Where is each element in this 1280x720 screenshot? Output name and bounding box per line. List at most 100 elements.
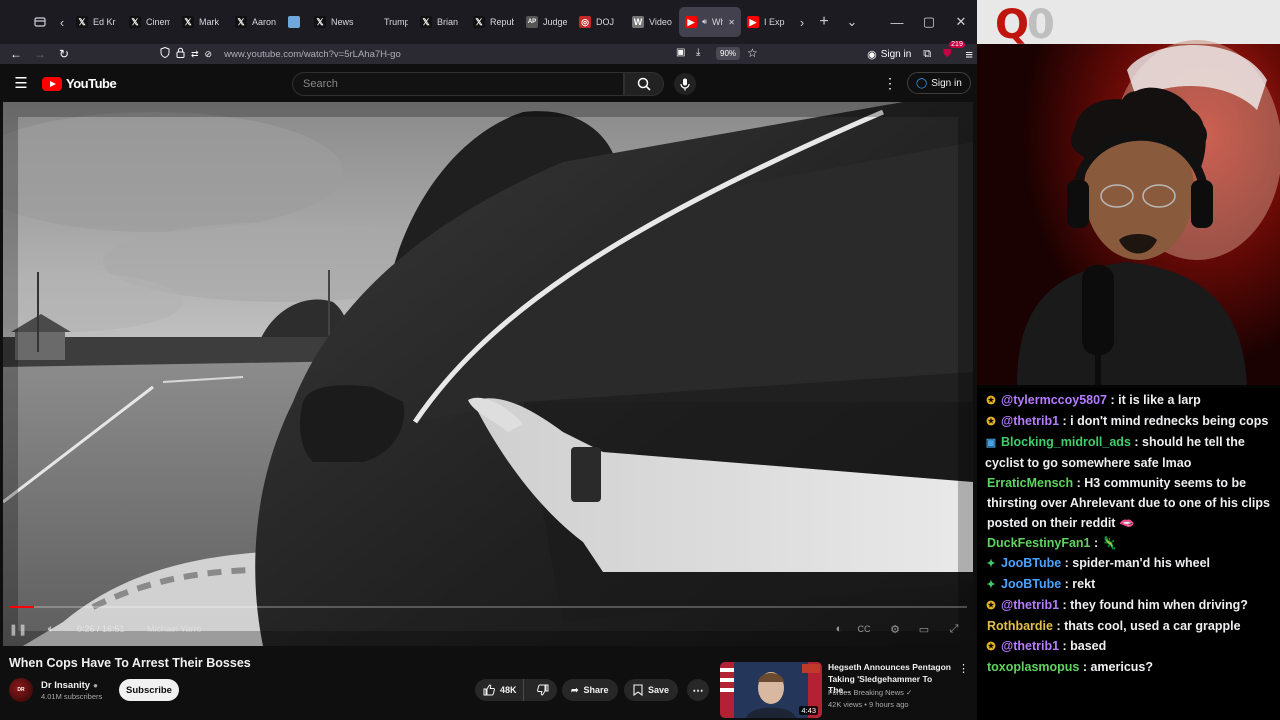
miniplayer-icon[interactable]: ▭ bbox=[916, 622, 932, 636]
tab-overview-icon[interactable] bbox=[26, 8, 54, 36]
dislike-button[interactable] bbox=[529, 679, 557, 701]
sub-icon[interactable]: ✪ bbox=[985, 391, 997, 411]
chat-username[interactable]: Rothbardie bbox=[987, 619, 1053, 633]
close-tab-icon[interactable]: ✕ bbox=[728, 18, 735, 27]
browser-tab[interactable]: 𝕏 Ed Kr bbox=[70, 7, 123, 37]
url-text[interactable]: www.youtube.com/watch?v=5rLAha7H-go bbox=[224, 49, 401, 60]
browser-tab[interactable]: 𝕏 Repub bbox=[467, 7, 520, 37]
muted-autoplay-icon[interactable]: ⊘ bbox=[205, 49, 213, 60]
share-button[interactable]: ➦ Share bbox=[562, 679, 618, 701]
chat-username[interactable]: @thetrib1 bbox=[1001, 598, 1059, 612]
browser-tab[interactable]: W Video bbox=[626, 7, 679, 37]
download-page-icon[interactable]: ⤓ bbox=[696, 47, 700, 58]
chat-username[interactable]: @tylermccoy5807 bbox=[1001, 393, 1107, 407]
tab-scroll-right-icon[interactable]: › bbox=[794, 8, 810, 36]
browser-tab[interactable]: 𝕏 Cinem bbox=[123, 7, 176, 37]
channel-avatar[interactable]: DR bbox=[9, 678, 33, 702]
bookmark-star-icon[interactable]: ☆ bbox=[747, 46, 758, 60]
chat-username[interactable]: @thetrib1 bbox=[1001, 639, 1059, 653]
lock-icon[interactable] bbox=[176, 45, 185, 63]
settings-gear-icon[interactable]: ⚙ bbox=[887, 622, 903, 636]
tv-icon[interactable]: ▣ bbox=[985, 433, 997, 453]
chat-username[interactable]: ErraticMensch bbox=[987, 476, 1073, 490]
youtube-signin-label: Sign in bbox=[931, 77, 962, 89]
maximize-icon[interactable]: ▢ bbox=[913, 8, 945, 36]
browser-tab[interactable]: ▶ 🔊︎ Wh ✕ bbox=[679, 7, 741, 37]
browser-tab[interactable]: AP Judge bbox=[520, 7, 573, 37]
tab-label: Trump bbox=[384, 17, 408, 27]
chat-separator: : bbox=[1059, 598, 1071, 612]
browser-tab[interactable]: 𝕏 Brian bbox=[414, 7, 467, 37]
youtube-logo[interactable]: YouTube bbox=[42, 76, 117, 91]
recommended-menu-icon[interactable]: ⋮ bbox=[958, 662, 969, 675]
account-signin-button[interactable]: ◉ Sign in bbox=[867, 48, 911, 61]
forward-icon[interactable]: → bbox=[28, 44, 52, 64]
voice-search-button[interactable] bbox=[674, 73, 696, 95]
channel-name-link[interactable]: Dr Insanity ● bbox=[41, 680, 98, 691]
fullscreen-icon[interactable]: ⤢ bbox=[946, 622, 962, 636]
permissions-icon[interactable]: ⇄ bbox=[191, 49, 199, 60]
youtube-icon: ▶ bbox=[685, 16, 697, 28]
video-duration: 4:43 bbox=[799, 706, 818, 715]
browser-tab[interactable]: 𝕏 News bbox=[308, 7, 361, 37]
chat-username[interactable]: toxoplasmopus bbox=[987, 660, 1079, 674]
chat-username[interactable]: DuckFestinyFan1 bbox=[987, 536, 1091, 550]
youtube-signin-button[interactable]: ◯ Sign in bbox=[907, 72, 971, 94]
progress-bar[interactable] bbox=[9, 606, 967, 608]
browser-tab[interactable]: ◎ DOJ bbox=[573, 7, 626, 37]
close-window-icon[interactable]: ✕ bbox=[945, 8, 977, 36]
chat-username[interactable]: Blocking_midroll_ads bbox=[1001, 435, 1131, 449]
browser-tab[interactable] bbox=[282, 7, 308, 37]
zoom-level-badge[interactable]: 90% bbox=[716, 47, 741, 60]
browser-tab[interactable]: ▶ I Exp bbox=[741, 7, 794, 37]
reader-view-icon[interactable]: ▣ bbox=[676, 47, 685, 58]
x-logo-icon: 𝕏 bbox=[420, 16, 432, 28]
star-icon[interactable]: ✦ bbox=[985, 554, 997, 574]
chat-text: 🦎 bbox=[1101, 536, 1118, 550]
sub-icon[interactable]: ✪ bbox=[985, 412, 997, 432]
extensions-icon[interactable]: ⧉ bbox=[923, 48, 931, 61]
sub-icon[interactable]: ✪ bbox=[985, 596, 997, 616]
settings-more-icon[interactable]: ⋮ bbox=[882, 74, 898, 92]
search-icon bbox=[637, 77, 651, 91]
chat-separator: : bbox=[1073, 476, 1085, 490]
counter-q-icon: Q bbox=[995, 2, 1029, 48]
save-button[interactable]: Save bbox=[624, 679, 679, 701]
minimize-icon[interactable]: — bbox=[881, 8, 913, 36]
chat-username[interactable]: JooBTube bbox=[1001, 577, 1061, 591]
star-icon[interactable]: ✦ bbox=[985, 575, 997, 595]
shield-icon[interactable] bbox=[160, 45, 170, 63]
chat-username[interactable]: JooBTube bbox=[1001, 556, 1061, 570]
recommended-thumbnail[interactable]: 4:43 bbox=[720, 662, 822, 718]
search-button[interactable] bbox=[624, 72, 664, 96]
recommended-video[interactable]: 4:43 Hegseth Announces Pentagon Taking '… bbox=[720, 662, 972, 718]
browser-tab[interactable]: Trump bbox=[361, 7, 414, 37]
reload-icon[interactable]: ↻ bbox=[52, 44, 76, 64]
guide-menu-icon[interactable]: ☰ bbox=[12, 74, 30, 92]
new-tab-icon[interactable]: + bbox=[810, 8, 838, 36]
thumbs-down-icon bbox=[537, 684, 549, 696]
browser-tab[interactable]: 𝕏 Aaron bbox=[229, 7, 282, 37]
autoplay-toggle-icon[interactable]: ◐ bbox=[831, 622, 847, 636]
tab-list-icon[interactable]: ⌄ bbox=[838, 8, 866, 36]
subscribe-button[interactable]: Subscribe bbox=[119, 679, 179, 701]
more-actions-button[interactable]: ⋯ bbox=[687, 679, 709, 701]
video-player[interactable]: ❚❚ 🔈︎ 0:26 / 16:51 Michael Yarro ◐ CC ⚙ … bbox=[3, 102, 973, 646]
chat-username[interactable]: @thetrib1 bbox=[1001, 414, 1059, 428]
search-box[interactable] bbox=[292, 72, 624, 96]
back-icon[interactable]: ← bbox=[4, 44, 28, 64]
volume-icon[interactable]: 🔈︎ bbox=[43, 622, 59, 636]
tab-scroll-left-icon[interactable]: ‹ bbox=[54, 8, 70, 36]
chapter-title[interactable]: Michael Yarro bbox=[147, 624, 202, 634]
tab-audio-icon[interactable]: 🔊︎ bbox=[702, 17, 707, 27]
search-input[interactable] bbox=[303, 78, 623, 90]
ublock-icon[interactable]: ⛊ 219 bbox=[943, 40, 965, 61]
like-button[interactable]: 48K bbox=[475, 679, 525, 701]
sub-icon[interactable]: ✪ bbox=[985, 637, 997, 657]
app-menu-icon[interactable]: ≡ bbox=[965, 47, 973, 62]
recommended-channel[interactable]: Forbes Breaking News ✓ bbox=[828, 688, 912, 697]
url-bar[interactable]: ⇄ ⊘ www.youtube.com/watch?v=5rLAha7H-go bbox=[156, 44, 766, 64]
browser-tab[interactable]: 𝕏 Mark bbox=[176, 7, 229, 37]
pause-icon[interactable]: ❚❚ bbox=[9, 622, 27, 636]
captions-icon[interactable]: CC bbox=[856, 622, 872, 636]
